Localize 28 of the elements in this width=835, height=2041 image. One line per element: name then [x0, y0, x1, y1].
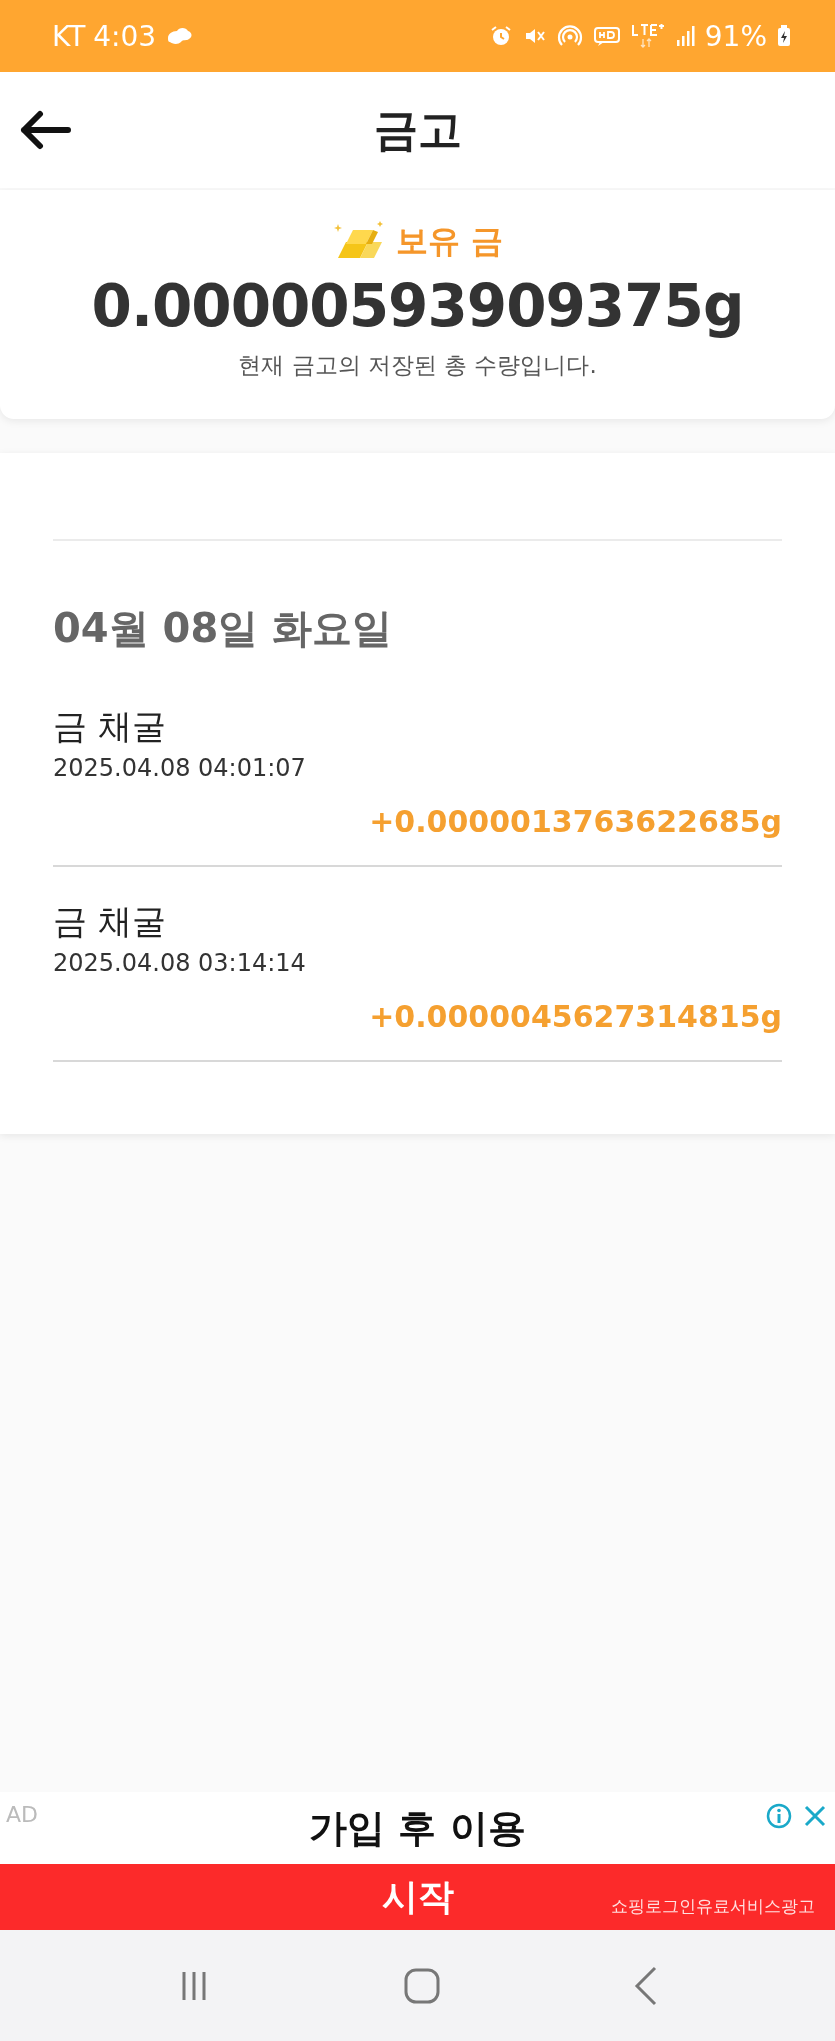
entry-amount: +0.0000045627314815g	[368, 999, 782, 1034]
ad-start-button[interactable]: 시작 쇼핑로그인유료서비스광고	[0, 1864, 835, 1930]
hd-icon	[592, 24, 621, 48]
info-icon	[765, 1802, 793, 1830]
entry-timestamp: 2025.04.08 04:01:07	[53, 754, 307, 782]
home-icon	[403, 1966, 442, 2005]
ad-disclaimer: 쇼핑로그인유료서비스광고	[611, 1896, 815, 1918]
balance-amount: 0.00000593909375g	[91, 272, 744, 340]
entry-title: 금 채굴	[53, 900, 167, 943]
balance-caption: 현재 금고의 저장된 총 수량입니다.	[238, 351, 597, 380]
ad-headline: 가입 후 이용	[309, 1804, 526, 1852]
home-button[interactable]	[403, 1966, 442, 2005]
entry-timestamp: 2025.04.08 03:14:14	[53, 949, 307, 977]
date-heading: 04월 08일 화요일	[53, 604, 394, 653]
page-title: 금고	[373, 102, 462, 157]
lte-icon	[630, 23, 665, 49]
clock-time: 4:03	[93, 19, 157, 53]
back-button[interactable]	[18, 110, 72, 150]
battery-charging-icon	[777, 24, 791, 48]
hotspot-icon	[556, 24, 583, 48]
entry-amount: +0.0000013763622685g	[368, 804, 782, 839]
signal-icon	[674, 24, 695, 48]
battery-percent: 91%	[704, 19, 767, 53]
balance-label: 보유 금	[395, 221, 504, 262]
carrier-label: KT	[52, 19, 86, 53]
ad-label: AD	[6, 1802, 38, 1827]
back-arrow-icon	[18, 110, 72, 150]
entry-title: 금 채굴	[53, 705, 167, 748]
